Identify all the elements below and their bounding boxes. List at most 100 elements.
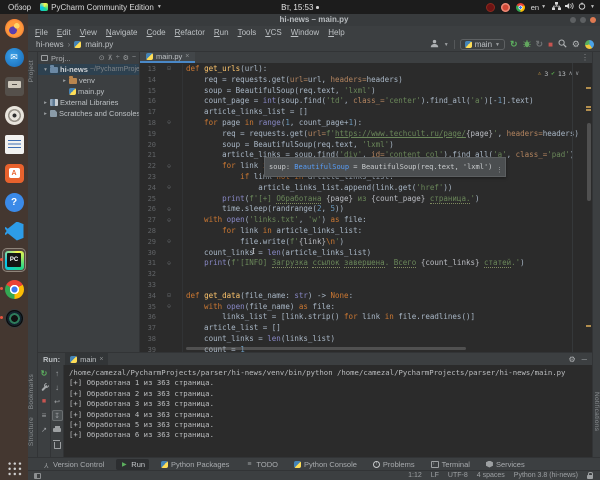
tree-item-hi-news[interactable]: ▾hi-news~/PycharmProjec xyxy=(38,64,139,75)
tree-item-venv[interactable]: ▸venv xyxy=(38,75,139,86)
minimize-button[interactable] xyxy=(570,17,576,23)
tool-window-switcher-icon[interactable] xyxy=(34,473,41,479)
tree-item-external-libraries[interactable]: ▸External Libraries xyxy=(38,97,139,108)
tool-window-notifications[interactable]: Notifications xyxy=(593,392,600,431)
print-icon[interactable] xyxy=(52,424,63,435)
dock-item-libreoffice-writer[interactable] xyxy=(3,133,25,155)
menu-edit[interactable]: Edit xyxy=(57,28,71,37)
wrap-icon[interactable] xyxy=(52,396,63,407)
tooltip-menu-icon[interactable]: ⋮ xyxy=(496,165,503,176)
tool-window-structure[interactable]: Structure xyxy=(28,417,37,446)
locate-file-icon[interactable]: ⊙ xyxy=(99,54,105,62)
tooltip-link[interactable]: BeautifulSoup xyxy=(294,162,349,173)
fold-marker[interactable]: ⊖ xyxy=(156,304,182,310)
stop-icon[interactable] xyxy=(39,396,50,407)
dock-item-vscode[interactable] xyxy=(3,220,25,242)
breadcrumb-project[interactable]: hi-news xyxy=(36,40,64,49)
menu-file[interactable]: File xyxy=(35,28,48,37)
run-console-output[interactable]: /home/camezal/PycharmProjects/parser/hi-… xyxy=(64,365,592,457)
code-with-me-icon[interactable] xyxy=(585,40,594,49)
editor-tab-main-py[interactable]: main.py × xyxy=(140,52,195,63)
fold-marker[interactable]: ⊖ xyxy=(156,261,182,267)
status-lf[interactable]: LF xyxy=(431,472,439,479)
stripe-warning-mark[interactable] xyxy=(586,106,591,108)
tree-chevron-icon[interactable]: ▸ xyxy=(62,78,67,84)
search-everywhere-icon[interactable] xyxy=(558,39,567,50)
dock-item-rhythmbox[interactable] xyxy=(3,104,25,126)
show-applications-button[interactable] xyxy=(7,461,22,476)
editor-scrollbar-thumb[interactable] xyxy=(587,123,591,201)
stripe-warning-mark[interactable] xyxy=(586,87,591,89)
tool-tab-version-control[interactable]: Version Control xyxy=(38,459,108,470)
dock-item-thunderbird[interactable] xyxy=(3,46,25,68)
breadcrumb-file[interactable]: main.py xyxy=(85,40,113,49)
layout-icon[interactable] xyxy=(39,410,50,421)
tree-chevron-icon[interactable]: ▾ xyxy=(43,67,48,73)
menu-window[interactable]: Window xyxy=(291,28,319,37)
debug-button[interactable] xyxy=(523,39,531,50)
stop-button[interactable]: ■ xyxy=(548,41,553,49)
tool-window-bookmarks[interactable]: Bookmarks xyxy=(28,374,37,409)
wrench-icon[interactable] xyxy=(39,382,50,393)
dock-item-help[interactable] xyxy=(3,191,25,213)
close-tab-icon[interactable]: × xyxy=(185,53,189,60)
window-titlebar[interactable]: hi-news – main.py xyxy=(28,14,600,26)
code-editor[interactable]: ⚠ 3 ✔ 13 ∧ ∨ soup: BeautifulSoup = Beaut… xyxy=(140,63,592,352)
down-icon[interactable] xyxy=(52,382,63,393)
fold-marker[interactable]: ⊖ xyxy=(156,120,182,126)
chrome-tray-icon[interactable] xyxy=(516,3,525,12)
fold-marker[interactable]: ⊖ xyxy=(156,218,182,224)
dock-item-ubuntu-software[interactable] xyxy=(3,162,25,184)
tool-tab-run[interactable]: Run xyxy=(116,459,149,470)
dock-item-pycharm[interactable] xyxy=(3,249,25,271)
tree-chevron-icon[interactable]: ▸ xyxy=(43,111,48,117)
pin-icon[interactable] xyxy=(39,424,50,435)
fold-marker[interactable]: ⊖ xyxy=(156,207,182,213)
tree-chevron-icon[interactable]: ▸ xyxy=(43,100,48,106)
tool-window-project[interactable]: Project xyxy=(28,60,37,82)
tool-tab-services[interactable]: Services xyxy=(482,459,529,470)
dock-item-firefox[interactable] xyxy=(3,17,25,39)
close-run-tab-icon[interactable]: × xyxy=(99,356,103,363)
stripe-warning-mark[interactable] xyxy=(586,325,591,327)
maximize-button[interactable] xyxy=(580,17,586,23)
up-icon[interactable] xyxy=(52,368,63,379)
status-4-spaces[interactable]: 4 spaces xyxy=(477,472,505,479)
rerun-icon[interactable] xyxy=(39,368,50,379)
coverage-button[interactable]: ↻ xyxy=(536,40,544,49)
expand-settings-icon[interactable]: ÷ xyxy=(116,54,120,62)
menu-help[interactable]: Help xyxy=(328,28,344,37)
hide-run-panel-icon[interactable]: ─ xyxy=(582,355,587,364)
close-button[interactable] xyxy=(590,17,596,23)
menu-view[interactable]: View xyxy=(80,28,97,37)
tool-tab-python-packages[interactable]: Python Packages xyxy=(157,459,233,470)
fold-marker[interactable]: ⊖ xyxy=(156,239,182,245)
dock-item-chrome[interactable] xyxy=(3,278,25,300)
next-problem-icon[interactable]: ∨ xyxy=(575,69,579,80)
tool-tab-problems[interactable]: Problems xyxy=(369,459,419,470)
dock-item-screen-recorder[interactable] xyxy=(3,307,25,329)
menu-refactor[interactable]: Refactor xyxy=(175,28,205,37)
run-settings-gear-icon[interactable]: ⚙ xyxy=(569,355,576,364)
fold-marker[interactable]: ⊖ xyxy=(156,164,182,170)
tab-options-icon[interactable]: ⋮ xyxy=(581,53,589,62)
menu-vcs[interactable]: VCS xyxy=(265,28,281,37)
settings-gear-icon[interactable]: ⚙ xyxy=(572,40,580,49)
status-python-3-8-hi-news-[interactable]: Python 3.8 (hi-news) xyxy=(514,472,578,479)
tool-tab-python-console[interactable]: Python Console xyxy=(290,459,361,470)
kazam-tray-icon[interactable] xyxy=(501,3,510,12)
tree-item-main-py[interactable]: main.py xyxy=(38,86,139,97)
menu-run[interactable]: Run xyxy=(214,28,229,37)
run-configuration-select[interactable]: main ▼ xyxy=(460,39,505,50)
status-1-12[interactable]: 1:12 xyxy=(408,472,422,479)
menu-tools[interactable]: Tools xyxy=(238,28,257,37)
hide-panel-icon[interactable]: − xyxy=(132,54,136,62)
inspections-widget[interactable]: ⚠ 3 ✔ 13 ∧ ∨ xyxy=(538,69,579,80)
trash-icon[interactable] xyxy=(52,438,63,449)
fold-marker[interactable]: ⊟ xyxy=(156,66,182,72)
tree-item-scratches-and-consoles[interactable]: ▸Scratches and Consoles xyxy=(38,108,139,119)
scrollend-icon[interactable] xyxy=(52,410,63,421)
run-tab-main[interactable]: main × xyxy=(65,353,108,365)
editor-horizontal-scrollbar[interactable] xyxy=(186,347,466,350)
activities-button[interactable]: Обзор xyxy=(8,3,31,12)
